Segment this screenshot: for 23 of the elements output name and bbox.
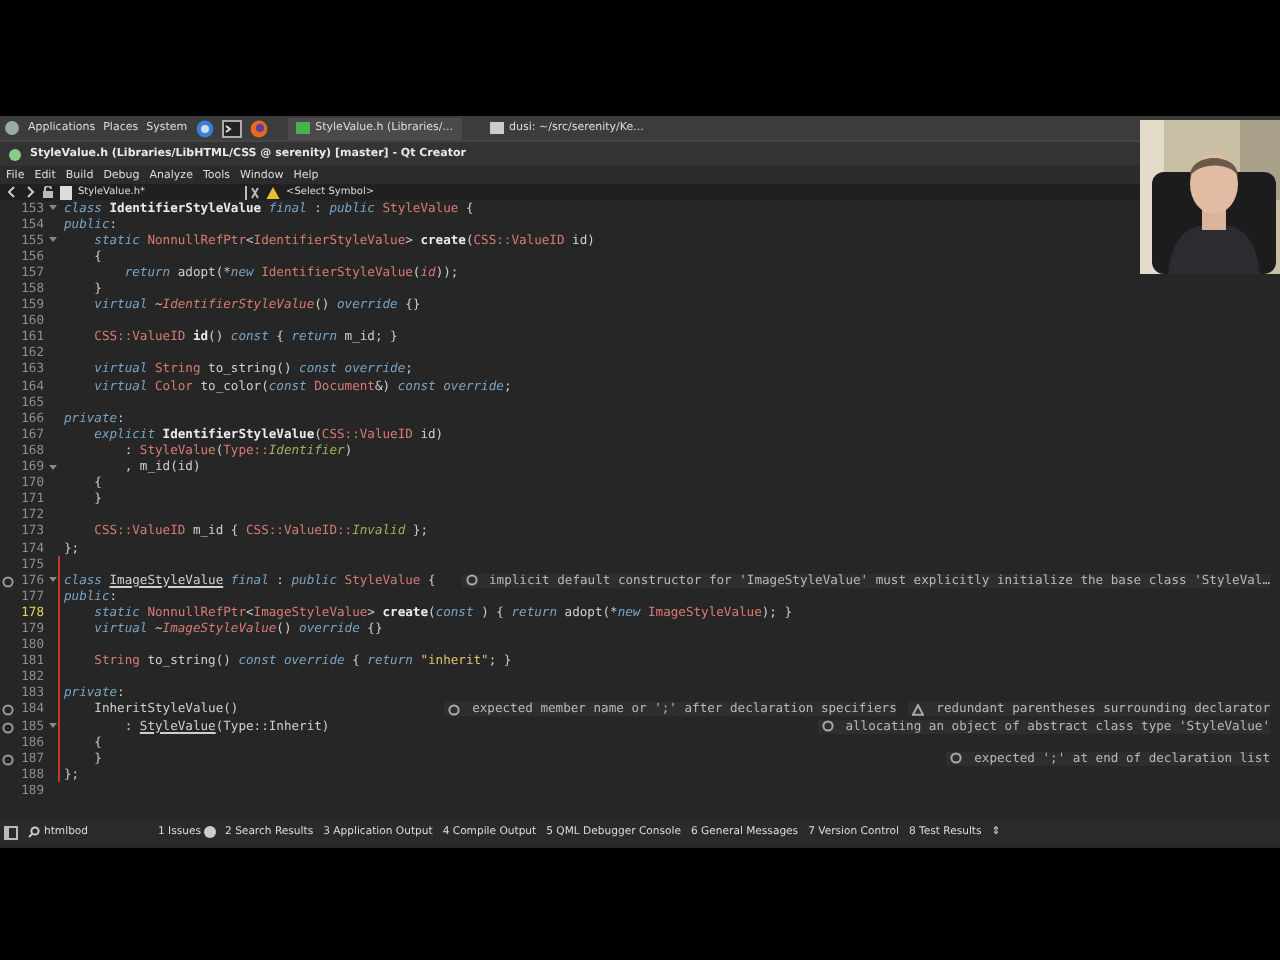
error-icon <box>465 574 478 587</box>
error-icon <box>950 752 963 765</box>
globe-icon[interactable] <box>195 119 214 137</box>
fold-icon[interactable] <box>47 204 57 213</box>
warning-icon <box>912 703 925 716</box>
file-icon <box>60 185 72 199</box>
back-icon[interactable] <box>6 186 18 198</box>
split-icon[interactable] <box>244 185 260 199</box>
lock-icon[interactable] <box>42 186 54 198</box>
fold-icon[interactable] <box>47 236 57 245</box>
app-icon <box>8 147 22 161</box>
error-icon <box>448 703 461 716</box>
forward-icon[interactable] <box>24 186 36 198</box>
search-icon <box>28 826 40 838</box>
window-icon <box>295 122 310 134</box>
fold-icon[interactable] <box>47 576 57 585</box>
sidebar-toggle-icon[interactable] <box>4 825 18 839</box>
fold-icon[interactable] <box>47 722 57 731</box>
error-icon <box>821 720 834 733</box>
window-icon <box>489 122 504 134</box>
terminal-icon[interactable] <box>221 119 242 137</box>
browser-icon[interactable] <box>249 119 268 137</box>
fold-icon[interactable] <box>47 463 57 472</box>
